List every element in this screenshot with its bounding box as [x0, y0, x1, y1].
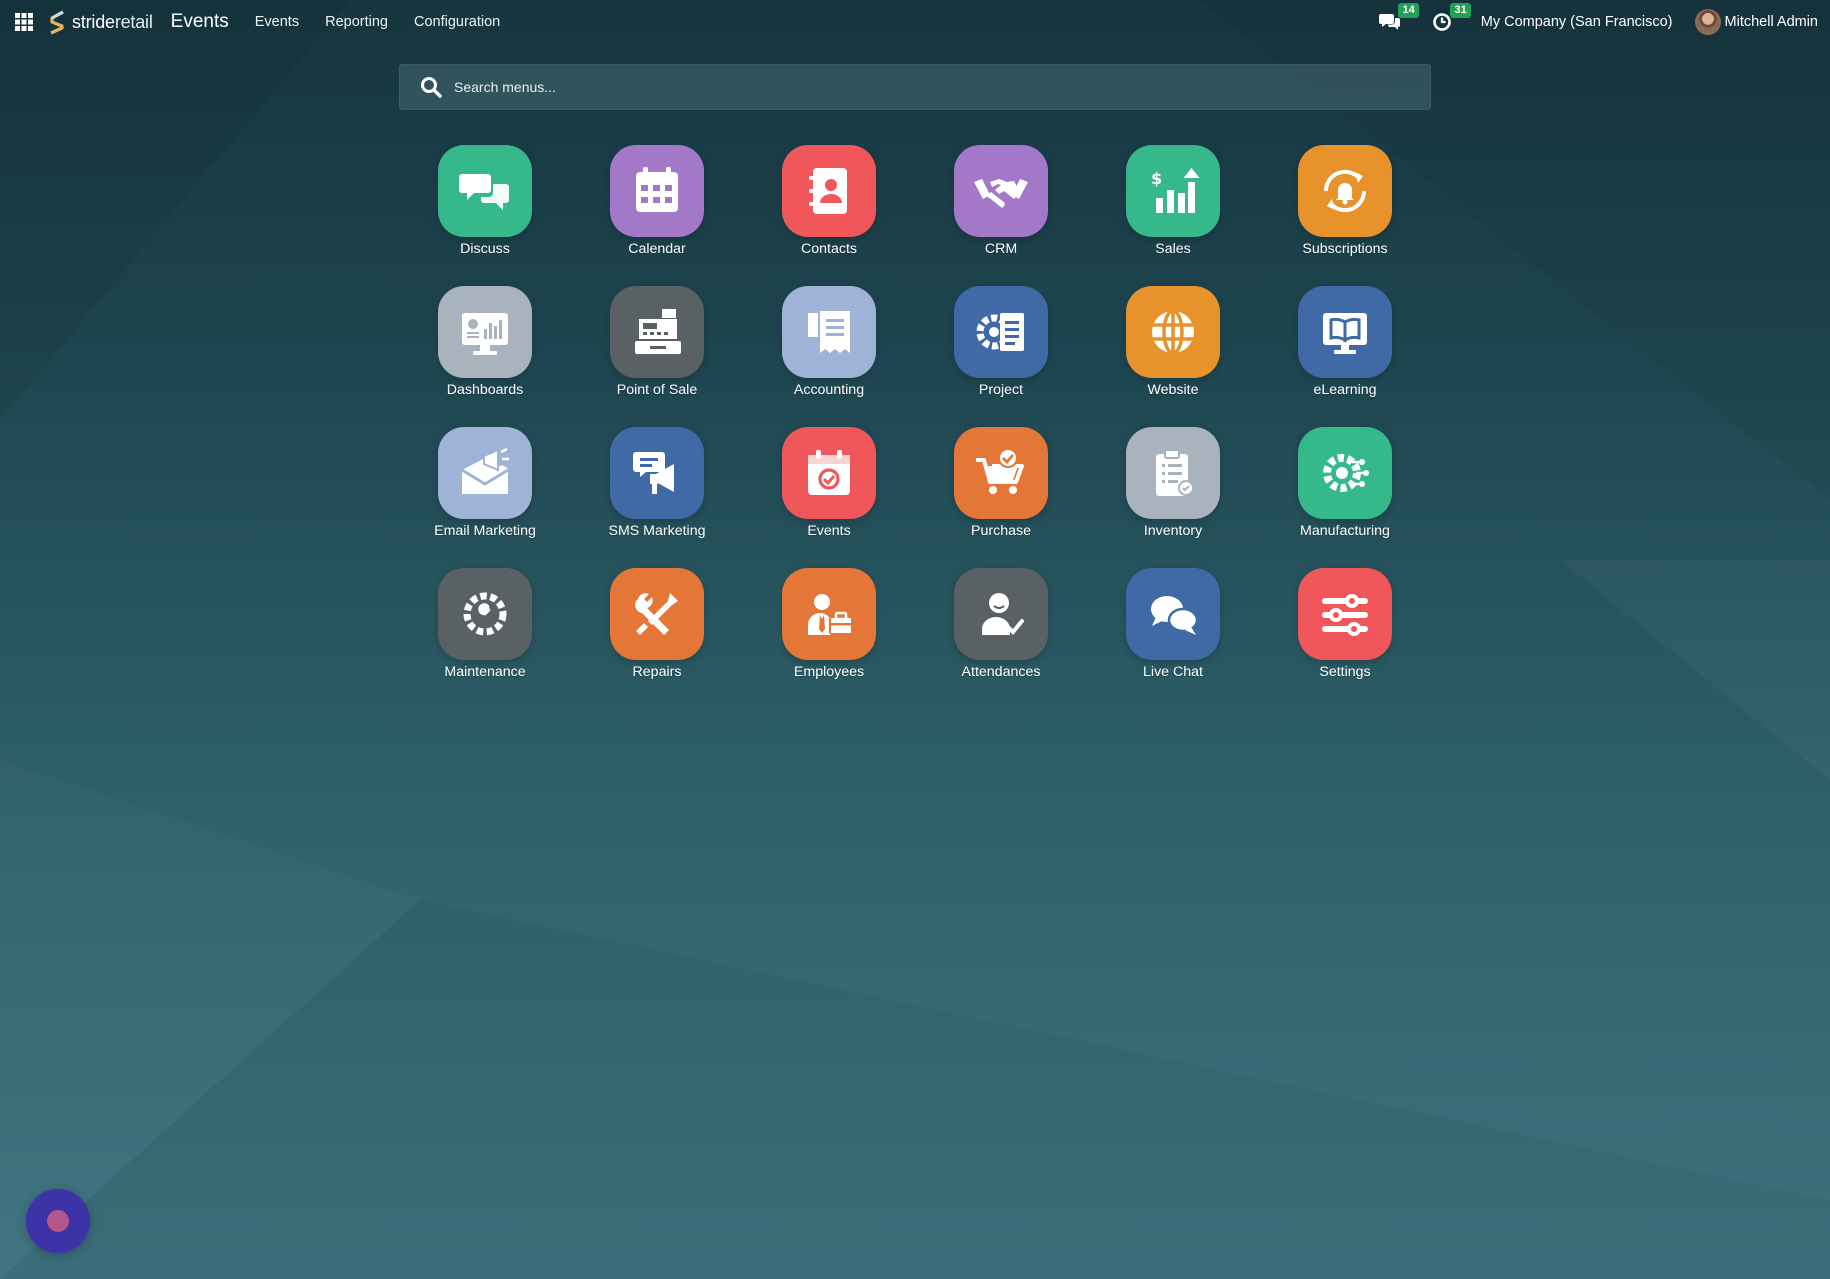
search-menus-input[interactable] [454, 79, 1354, 95]
repairs-tools-icon [610, 568, 704, 660]
accounting-receipt-icon [782, 286, 876, 378]
project-gear-icon [954, 286, 1048, 378]
app-label: Maintenance [444, 664, 526, 680]
app-label: Dashboards [446, 382, 524, 398]
nav-reporting[interactable]: Reporting [325, 14, 388, 30]
app-label: Live Chat [1143, 664, 1203, 680]
handshake-icon [954, 145, 1048, 237]
globe-icon [1126, 286, 1220, 378]
app-sms-marketing[interactable]: SMS Marketing [571, 427, 743, 568]
app-label: Events [807, 523, 851, 539]
maintenance-wrench-icon [438, 568, 532, 660]
company-switcher[interactable]: My Company (San Francisco) [1481, 14, 1673, 30]
chat-bubbles-icon [1378, 14, 1400, 30]
app-point-of-sale[interactable]: Point of Sale [571, 286, 743, 427]
email-marketing-icon [438, 427, 532, 519]
app-elearning[interactable]: eLearning [1259, 286, 1431, 427]
messages-count-badge: 14 [1398, 3, 1419, 18]
purchase-cart-icon [954, 427, 1048, 519]
app-label: Contacts [801, 241, 857, 257]
app-live-chat[interactable]: Live Chat [1087, 568, 1259, 709]
app-employees[interactable]: Employees [743, 568, 915, 709]
employees-icon [782, 568, 876, 660]
nav-events[interactable]: Events [255, 14, 299, 30]
app-maintenance[interactable]: Maintenance [399, 568, 571, 709]
app-accounting[interactable]: Accounting [743, 286, 915, 427]
cash-register-icon [610, 286, 704, 378]
messages-button[interactable]: 14 [1377, 3, 1419, 35]
attendances-user-icon [954, 568, 1048, 660]
app-label: Accounting [793, 382, 865, 398]
apps-grid: Discuss Calendar Contacts CRM $ Sales Su… [399, 145, 1431, 709]
nav-configuration[interactable]: Configuration [414, 14, 500, 30]
app-label: Point of Sale [616, 382, 698, 398]
user-menu[interactable]: Mitchell Admin [1694, 9, 1818, 35]
contacts-icon [782, 145, 876, 237]
assistant-dot-icon [47, 1210, 69, 1232]
sales-chart-icon: $ [1126, 145, 1220, 237]
clock-icon [1432, 13, 1451, 31]
app-inventory[interactable]: Inventory [1087, 427, 1259, 568]
live-chat-icon [1126, 568, 1220, 660]
app-attendances[interactable]: Attendances [915, 568, 1087, 709]
app-events[interactable]: Events [743, 427, 915, 568]
app-label: Website [1147, 382, 1199, 398]
manufacturing-gear-icon [1298, 427, 1392, 519]
inventory-clipboard-icon [1126, 427, 1220, 519]
app-label: Employees [793, 664, 865, 680]
svg-text:$: $ [1151, 169, 1162, 188]
app-label: Attendances [961, 664, 1041, 680]
dashboard-monitor-icon [438, 286, 532, 378]
app-dashboards[interactable]: Dashboards [399, 286, 571, 427]
app-repairs[interactable]: Repairs [571, 568, 743, 709]
app-website[interactable]: Website [1087, 286, 1259, 427]
user-name: Mitchell Admin [1724, 14, 1818, 30]
user-avatar [1694, 9, 1721, 35]
app-label: Calendar [628, 241, 686, 257]
app-label: Purchase [971, 523, 1031, 539]
sms-megaphone-icon [610, 427, 704, 519]
floating-assistant-button[interactable] [26, 1189, 90, 1253]
app-subscriptions[interactable]: Subscriptions [1259, 145, 1431, 286]
search-icon [421, 77, 442, 98]
brand-name: strideretail [72, 11, 153, 32]
app-label: Discuss [460, 241, 510, 257]
app-calendar[interactable]: Calendar [571, 145, 743, 286]
brand-logo[interactable]: strideretail [46, 9, 153, 35]
settings-sliders-icon [1298, 568, 1392, 660]
discuss-icon [438, 145, 532, 237]
app-crm[interactable]: CRM [915, 145, 1087, 286]
app-label: Inventory [1143, 523, 1203, 539]
events-calendar-icon [782, 427, 876, 519]
app-label: SMS Marketing [608, 523, 706, 539]
subscriptions-icon [1298, 145, 1392, 237]
app-label: Settings [1319, 664, 1371, 680]
calendar-icon [610, 145, 704, 237]
app-discuss[interactable]: Discuss [399, 145, 571, 286]
app-email-marketing[interactable]: Email Marketing [399, 427, 571, 568]
top-navbar: strideretail Events Events Reporting Con… [0, 0, 1830, 44]
app-switcher-grid-icon[interactable] [12, 10, 36, 34]
app-label: Project [978, 382, 1024, 398]
stride-logo-icon [50, 10, 64, 35]
app-label: Sales [1155, 241, 1191, 257]
app-label: Subscriptions [1302, 241, 1388, 257]
app-settings[interactable]: Settings [1259, 568, 1431, 709]
app-label: eLearning [1313, 382, 1377, 398]
search-menus-bar[interactable] [399, 64, 1431, 110]
app-label: CRM [984, 241, 1018, 257]
app-manufacturing[interactable]: Manufacturing [1259, 427, 1431, 568]
app-label: Email Marketing [434, 523, 536, 539]
app-label: Manufacturing [1300, 523, 1390, 539]
app-project[interactable]: Project [915, 286, 1087, 427]
activities-button[interactable]: 31 [1429, 3, 1471, 35]
app-contacts[interactable]: Contacts [743, 145, 915, 286]
elearning-book-icon [1298, 286, 1392, 378]
activities-count-badge: 31 [1450, 3, 1471, 18]
app-label: Repairs [632, 664, 682, 680]
current-app-title[interactable]: Events [171, 11, 229, 33]
app-sales[interactable]: $ Sales [1087, 145, 1259, 286]
app-purchase[interactable]: Purchase [915, 427, 1087, 568]
